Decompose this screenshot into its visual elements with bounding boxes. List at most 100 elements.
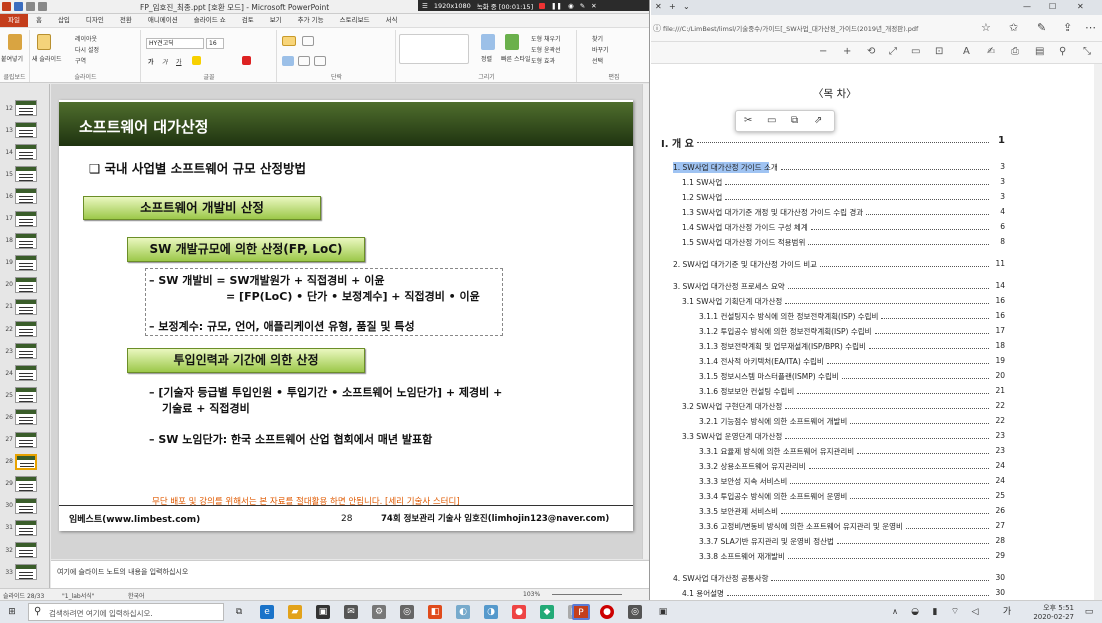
toc-entry-text[interactable]: 3.3.8 소프트웨어 재개발비: [699, 551, 785, 562]
toc-entry-text[interactable]: 1. SW사업 대가산정 가이드 소개: [673, 162, 778, 173]
battery-icon[interactable]: ▮: [928, 605, 942, 619]
slide-title[interactable]: 소프트웨어 대가산정: [79, 116, 208, 137]
new-slide-icon[interactable]: [37, 34, 51, 50]
store-icon[interactable]: ▣: [316, 605, 330, 619]
camera-icon[interactable]: ◉: [568, 2, 574, 10]
taskbar-search[interactable]: ⚲ 검색하려면 여기에 입력하십시오.: [28, 603, 224, 621]
powerpoint-taskbar-icon[interactable]: P: [572, 604, 590, 620]
toc-entry-text[interactable]: 3.3.5 보안관제 서비스비: [699, 506, 778, 517]
toc-entry-text[interactable]: 4. SW사업 대가산정 공통사항: [673, 573, 768, 584]
highlight-icon[interactable]: [192, 56, 201, 65]
toc-entry-text[interactable]: 2. SW사업 대가기준 및 대가산정 가이드 비교: [673, 259, 817, 270]
ribbon-tab[interactable]: 스토리보드: [332, 14, 378, 27]
app-icon-6[interactable]: ▣: [656, 605, 670, 619]
menu-icon[interactable]: ☰: [422, 2, 428, 10]
shape-fill-button[interactable]: 도형 채우기: [531, 34, 561, 43]
slide-thumbnail[interactable]: 24: [3, 363, 47, 383]
tab-close-icon[interactable]: ✕: [655, 2, 662, 11]
ribbon-tab[interactable]: 파일: [0, 14, 28, 27]
font-color-icon[interactable]: [242, 56, 251, 65]
wifi-icon[interactable]: ⌔: [948, 605, 962, 619]
redo-icon[interactable]: [38, 2, 47, 11]
manpower-line-1[interactable]: – [기술자 등급별 투입인원 • 투입기간 • 소프트웨어 노임단가] + 제…: [149, 384, 502, 400]
find-button[interactable]: 찾기: [592, 34, 603, 43]
correction-factor-line[interactable]: – 보정계수: 규모, 언어, 애플리케이션 유형, 품질 및 특성: [149, 318, 415, 334]
pause-icon[interactable]: ❚❚: [551, 2, 562, 10]
slide-thumbnail[interactable]: 28: [3, 452, 47, 472]
quick-styles-label[interactable]: 빠른 스타일: [501, 54, 531, 63]
favorites-icon[interactable]: ✩: [1009, 21, 1018, 34]
slide-thumbnail[interactable]: 30: [3, 496, 47, 516]
edge-icon[interactable]: e: [260, 605, 274, 619]
ime-indicator[interactable]: 가: [1000, 605, 1014, 619]
zoom-in-icon[interactable]: +: [843, 46, 851, 57]
slide-thumbnail[interactable]: 15: [3, 164, 47, 184]
record-stop-icon[interactable]: [539, 2, 546, 9]
pdf-scrollbar[interactable]: [1094, 64, 1102, 600]
fit-page-icon[interactable]: ⤢: [889, 46, 897, 57]
toc-entry-text[interactable]: 3.3.2 상용소프트웨어 유지관리비: [699, 461, 806, 472]
clock-date[interactable]: 2020-02-27: [1030, 613, 1074, 621]
italic-icon[interactable]: 가: [162, 57, 168, 66]
pen-icon[interactable]: ✎: [580, 2, 585, 10]
share-selection-icon[interactable]: ⇗: [814, 115, 822, 126]
save-pdf-icon[interactable]: ▤: [1035, 46, 1044, 57]
slide-thumbnail[interactable]: 29: [3, 474, 47, 494]
wage-rate-line[interactable]: – SW 노임단가: 한국 소프트웨어 산업 협회에서 매년 발표함: [149, 431, 432, 447]
formula-line-2[interactable]: = [FP(LoC) • 단가 • 보정계수] + 직접경비 • 이윤: [226, 288, 480, 304]
app-icon-2[interactable]: ◑: [484, 605, 498, 619]
shapes-gallery[interactable]: [399, 34, 469, 64]
rotate-icon[interactable]: ⟲: [867, 46, 875, 57]
slide-thumbnail[interactable]: 32: [3, 540, 47, 560]
notification-icon[interactable]: ▭: [1082, 605, 1096, 619]
bullets-icon[interactable]: [282, 36, 296, 46]
search-placeholder[interactable]: 검색하려면 여기에 입력하십시오.: [49, 608, 153, 619]
slide-thumbnail[interactable]: 13: [3, 120, 47, 140]
task-view-icon[interactable]: ⧉: [232, 605, 246, 619]
ribbon-tab[interactable]: 추가 기능: [290, 14, 332, 27]
clock-time[interactable]: 오후 5:51: [1030, 603, 1074, 613]
toc-entry-text[interactable]: 3.1 SW사업 기획단계 대가산정: [682, 296, 782, 307]
toc-entry-text[interactable]: 1.3 SW사업 대가기준 개정 및 대가산정 가이드 수립 경과: [682, 207, 863, 218]
ribbon-tab[interactable]: 보기: [262, 14, 290, 27]
toc-entry-text[interactable]: 1.2 SW사업: [682, 192, 722, 203]
two-page-icon[interactable]: ▭: [911, 46, 920, 57]
toc-entry-text[interactable]: 3.2.1 기능점수 방식에 의한 소프트웨어 개발비: [699, 416, 847, 427]
toc-entry-text[interactable]: 3.3.7 SLA기반 유지관리 및 운영비 정산법: [699, 536, 834, 547]
minimize-icon[interactable]: —: [1023, 2, 1031, 11]
slide-thumbnail[interactable]: 25: [3, 385, 47, 405]
copy-icon[interactable]: ⧉: [791, 115, 798, 126]
toc-entry-text[interactable]: 3.3.4 투입공수 방식에 의한 소프트웨어 운영비: [699, 491, 847, 502]
slide-thumbnail[interactable]: 21: [3, 297, 47, 317]
tab-dropdown-icon[interactable]: ⌄: [683, 2, 690, 11]
paste-icon[interactable]: [8, 34, 22, 50]
fullscreen-icon[interactable]: ⤡: [1083, 46, 1091, 57]
mail-icon[interactable]: ✉: [344, 605, 358, 619]
pin-icon[interactable]: ⚲: [1059, 46, 1066, 57]
toc-entry-text[interactable]: 3.2 SW사업 구현단계 대가산정: [682, 401, 782, 412]
slide-thumbnail[interactable]: 12: [3, 98, 47, 118]
info-icon[interactable]: ⓘ: [653, 23, 661, 34]
zoom-out-icon[interactable]: −: [819, 46, 827, 57]
new-tab-icon[interactable]: +: [669, 2, 676, 11]
numbering-icon[interactable]: [302, 36, 314, 46]
slide-thumbnail[interactable]: 31: [3, 518, 47, 538]
ribbon-tab[interactable]: 슬라이드 쇼: [186, 14, 234, 27]
slide-thumbnail[interactable]: 17: [3, 209, 47, 229]
tray-up-icon[interactable]: ∧: [888, 605, 902, 619]
volume-icon[interactable]: ◁: [968, 605, 982, 619]
toc-entry-text[interactable]: 3.3.1 요율제 방식에 의한 소프트웨어 유지관리비: [699, 446, 854, 457]
close-recording-icon[interactable]: ✕: [591, 2, 596, 10]
ribbon-tab[interactable]: 전환: [112, 14, 140, 27]
select-button[interactable]: 선택: [592, 56, 603, 65]
url-field[interactable]: file:///C:/LimBest/limsl/기술중수/가이드[_SW사업_…: [663, 23, 918, 33]
slide-thumbnail[interactable]: 26: [3, 407, 47, 427]
reset-button[interactable]: 다시 설정: [75, 45, 99, 54]
layout-button[interactable]: 레이아웃: [75, 34, 97, 43]
shape-effect-button[interactable]: 도형 효과: [531, 56, 555, 65]
slide-thumbnail[interactable]: 23: [3, 341, 47, 361]
start-icon[interactable]: ⊞: [5, 605, 19, 619]
settings-icon[interactable]: ⚙: [372, 605, 386, 619]
favorite-star-icon[interactable]: ☆: [981, 21, 991, 34]
replace-button[interactable]: 바꾸기: [592, 45, 609, 54]
